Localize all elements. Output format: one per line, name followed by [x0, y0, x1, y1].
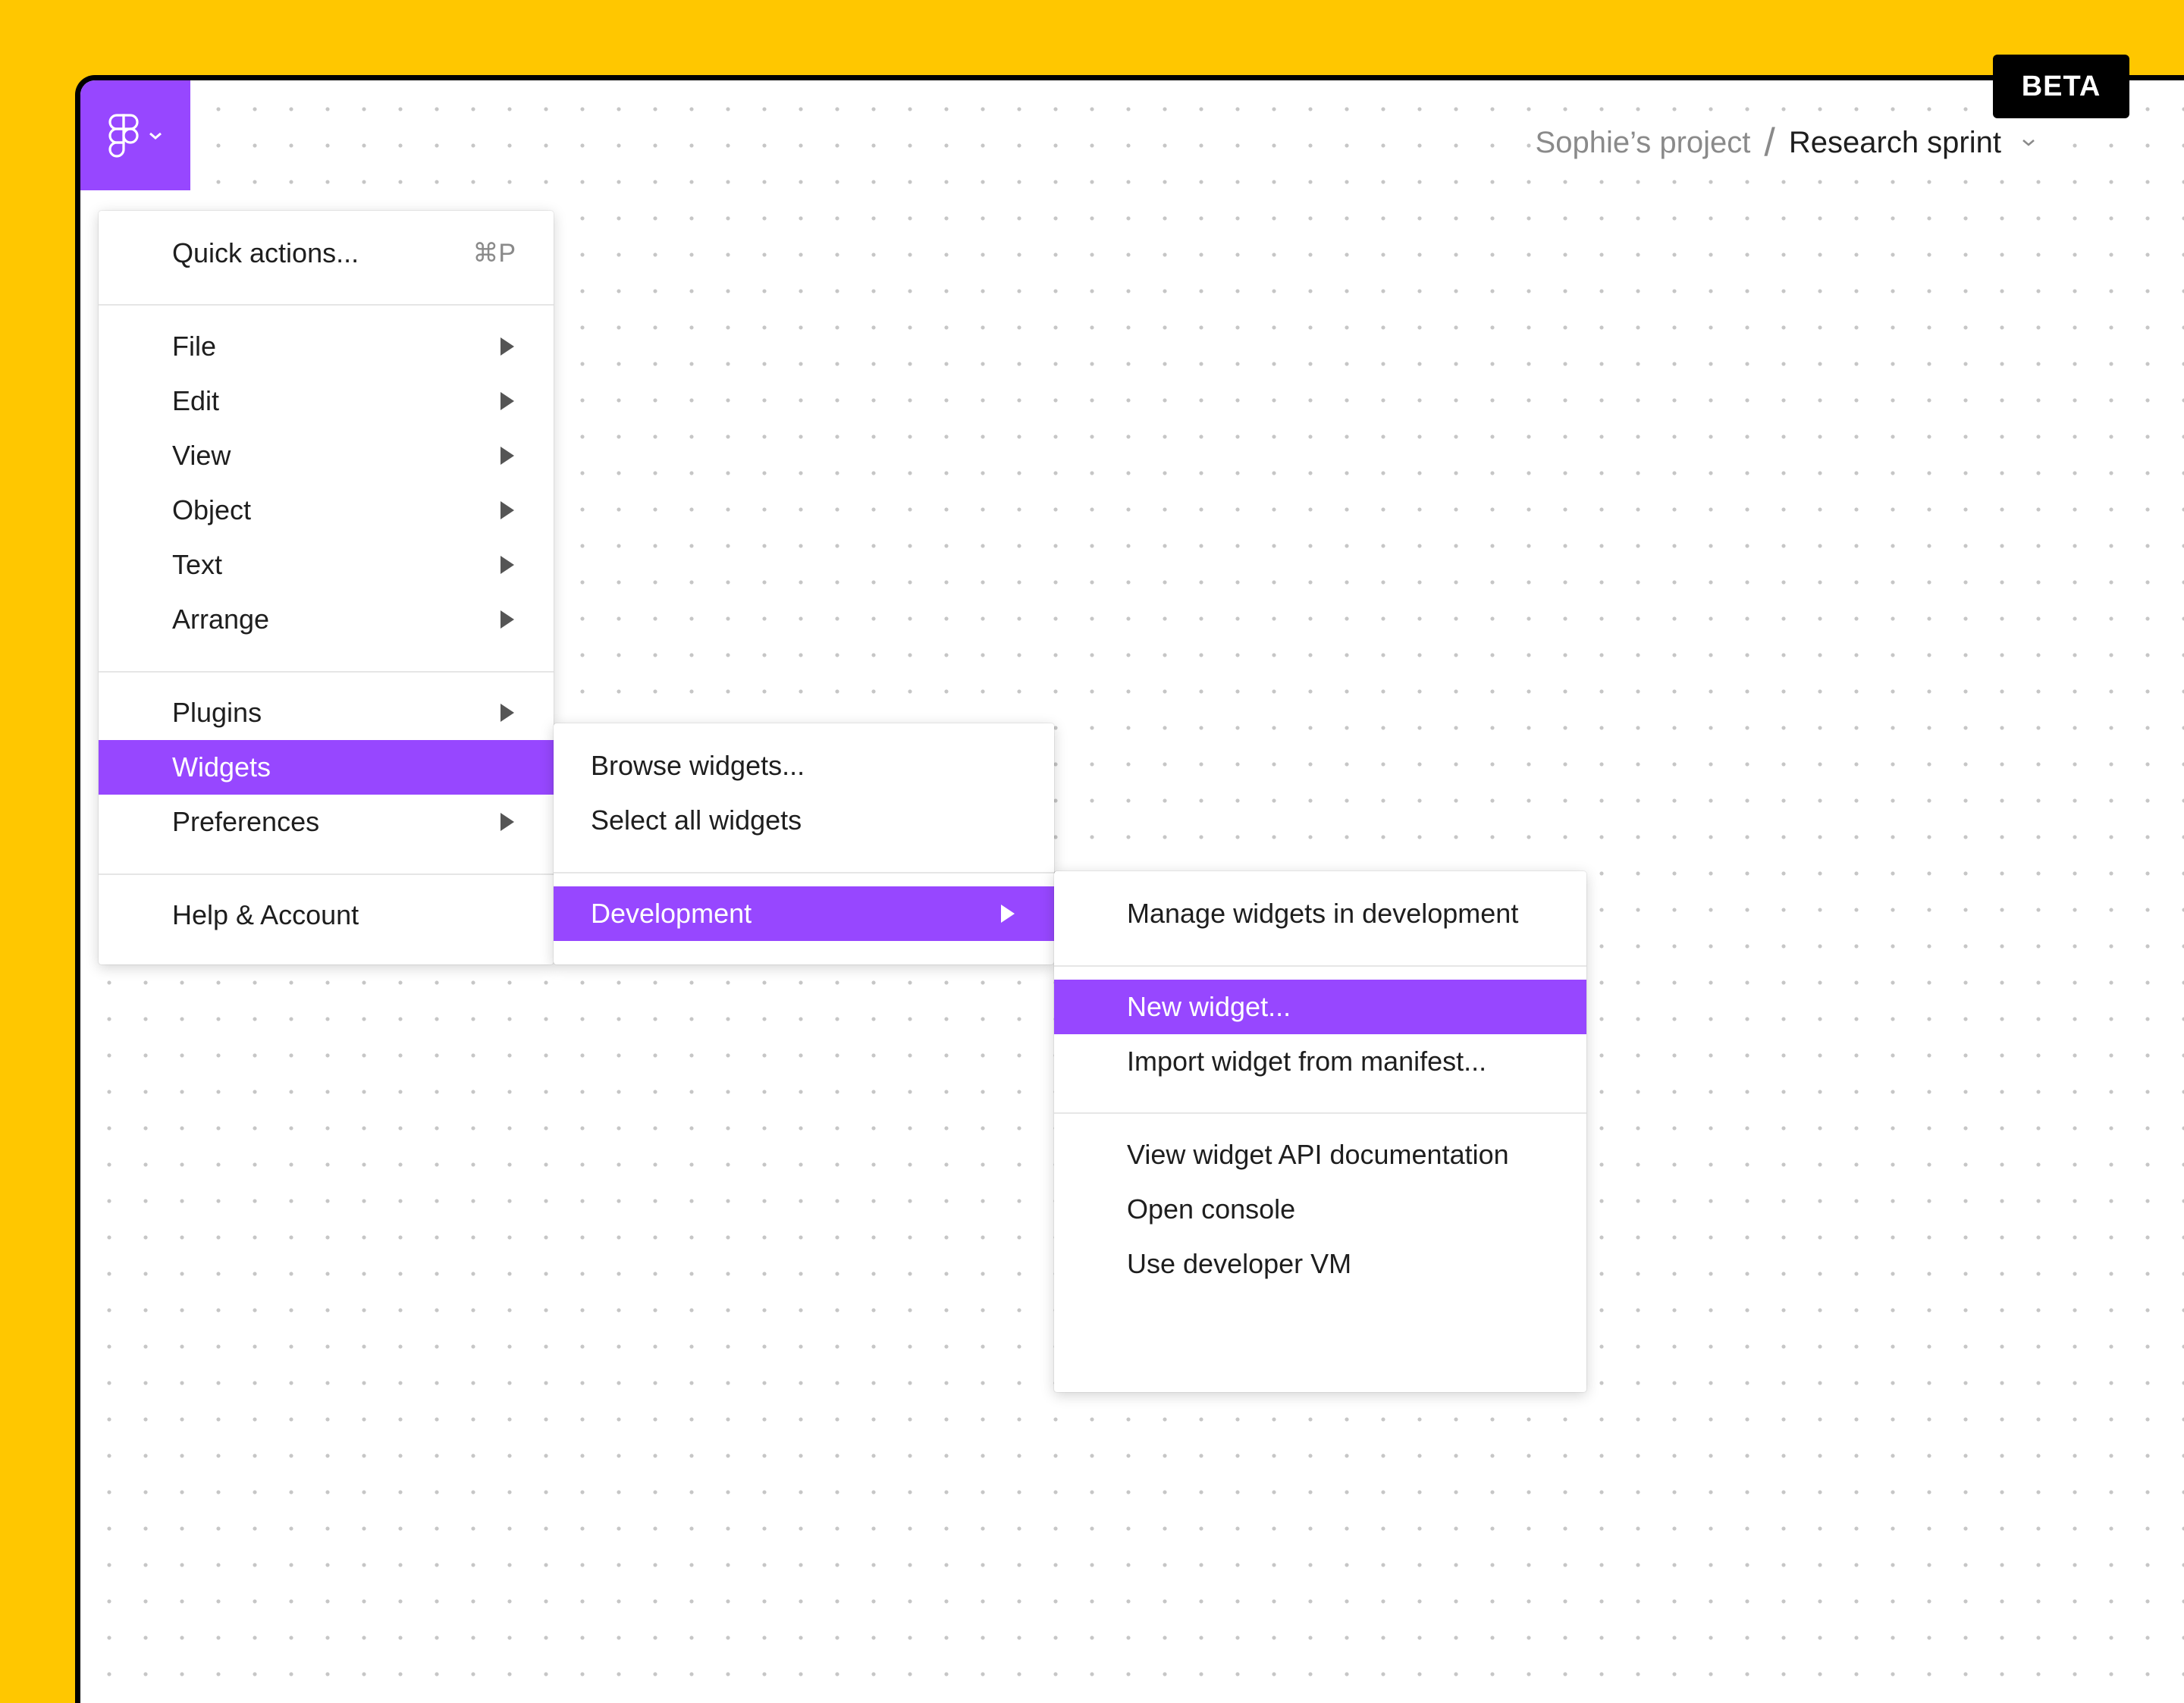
menu-item-help-account[interactable]: Help & Account	[99, 888, 554, 942]
menu-item-label: File	[172, 331, 217, 362]
menu-item-label: Arrange	[172, 604, 270, 635]
menu-item-label: Object	[172, 494, 252, 525]
submenu-arrow-icon	[500, 392, 514, 410]
widgets-submenu: Browse widgets... Select all widgets Dev…	[554, 723, 1054, 964]
menu-item-file[interactable]: File	[99, 319, 554, 374]
menu-item-text[interactable]: Text	[99, 538, 554, 592]
beta-badge: BETA	[1993, 55, 2129, 118]
menu-item-select-all-widgets[interactable]: Select all widgets	[554, 793, 1054, 848]
menu-divider	[1054, 965, 1586, 967]
menu-item-widgets[interactable]: Widgets	[99, 740, 554, 795]
submenu-arrow-icon	[500, 447, 514, 465]
menu-item-preferences[interactable]: Preferences	[99, 795, 554, 849]
menu-item-label: Text	[172, 549, 223, 580]
breadcrumb-separator: /	[1764, 121, 1775, 165]
submenu-arrow-icon	[500, 704, 514, 722]
submenu-arrow-icon	[500, 501, 514, 519]
menu-item-label: Select all widgets	[591, 804, 802, 836]
menu-divider	[99, 304, 554, 306]
breadcrumb: Sophie’s project / Research sprint	[1530, 120, 2041, 165]
menu-item-open-console[interactable]: Open console	[1054, 1182, 1586, 1237]
menu-item-api-docs[interactable]: View widget API documentation	[1054, 1127, 1586, 1182]
submenu-arrow-icon	[500, 337, 514, 356]
file-chevron-down-icon[interactable]	[2021, 138, 2036, 147]
menu-divider	[1054, 1112, 1586, 1114]
menu-item-plugins[interactable]: Plugins	[99, 685, 554, 740]
submenu-arrow-icon	[500, 813, 514, 831]
menu-item-label: New widget...	[1127, 991, 1291, 1022]
menu-item-developer-vm[interactable]: Use developer VM	[1054, 1237, 1586, 1291]
menu-item-label: View widget API documentation	[1127, 1139, 1509, 1170]
menu-divider	[99, 873, 554, 875]
menu-item-label: Browse widgets...	[591, 750, 805, 781]
menu-item-manage-widgets[interactable]: Manage widgets in development	[1054, 886, 1586, 941]
menu-item-label: Open console	[1127, 1193, 1296, 1225]
menu-item-browse-widgets[interactable]: Browse widgets...	[554, 739, 1054, 793]
development-submenu: Manage widgets in development New widget…	[1054, 871, 1586, 1392]
chevron-down-icon	[149, 132, 162, 140]
menu-item-edit[interactable]: Edit	[99, 374, 554, 428]
menu-item-label: Preferences	[172, 806, 320, 837]
menu-item-label: Edit	[172, 385, 220, 416]
app-window: Sophie’s project / Research sprint Quick…	[75, 75, 2184, 1703]
menu-item-import-widget[interactable]: Import widget from manifest...	[1054, 1034, 1586, 1089]
menu-item-label: Development	[591, 898, 752, 929]
breadcrumb-project[interactable]: Sophie’s project	[1536, 126, 1751, 160]
menu-item-quick-actions[interactable]: Quick actions... ⌘P	[99, 226, 554, 281]
menu-divider	[554, 872, 1054, 873]
menu-item-label: Plugins	[172, 697, 262, 728]
menu-item-label: Use developer VM	[1127, 1248, 1352, 1279]
menu-item-new-widget[interactable]: New widget...	[1054, 980, 1586, 1034]
breadcrumb-file-name[interactable]: Research sprint	[1789, 126, 2001, 160]
menu-item-development[interactable]: Development	[554, 886, 1054, 941]
menu-item-label: Quick actions...	[172, 237, 359, 268]
menu-item-label: Import widget from manifest...	[1127, 1046, 1487, 1077]
menu-item-label: Widgets	[172, 751, 271, 783]
menu-item-view[interactable]: View	[99, 428, 554, 483]
menu-item-label: View	[172, 440, 231, 471]
menu-item-label: Help & Account	[172, 899, 359, 930]
shortcut-label: ⌘P	[472, 239, 516, 268]
main-menu: Quick actions... ⌘P File Edit View Objec…	[99, 211, 554, 964]
submenu-arrow-icon	[500, 556, 514, 574]
menu-divider	[99, 671, 554, 673]
menu-item-arrange[interactable]: Arrange	[99, 592, 554, 647]
submenu-arrow-icon	[1001, 905, 1015, 923]
submenu-arrow-icon	[500, 610, 514, 629]
menu-item-label: Manage widgets in development	[1127, 898, 1519, 929]
figma-logo-icon	[108, 113, 139, 158]
main-menu-button[interactable]	[80, 80, 190, 190]
menu-item-object[interactable]: Object	[99, 483, 554, 538]
